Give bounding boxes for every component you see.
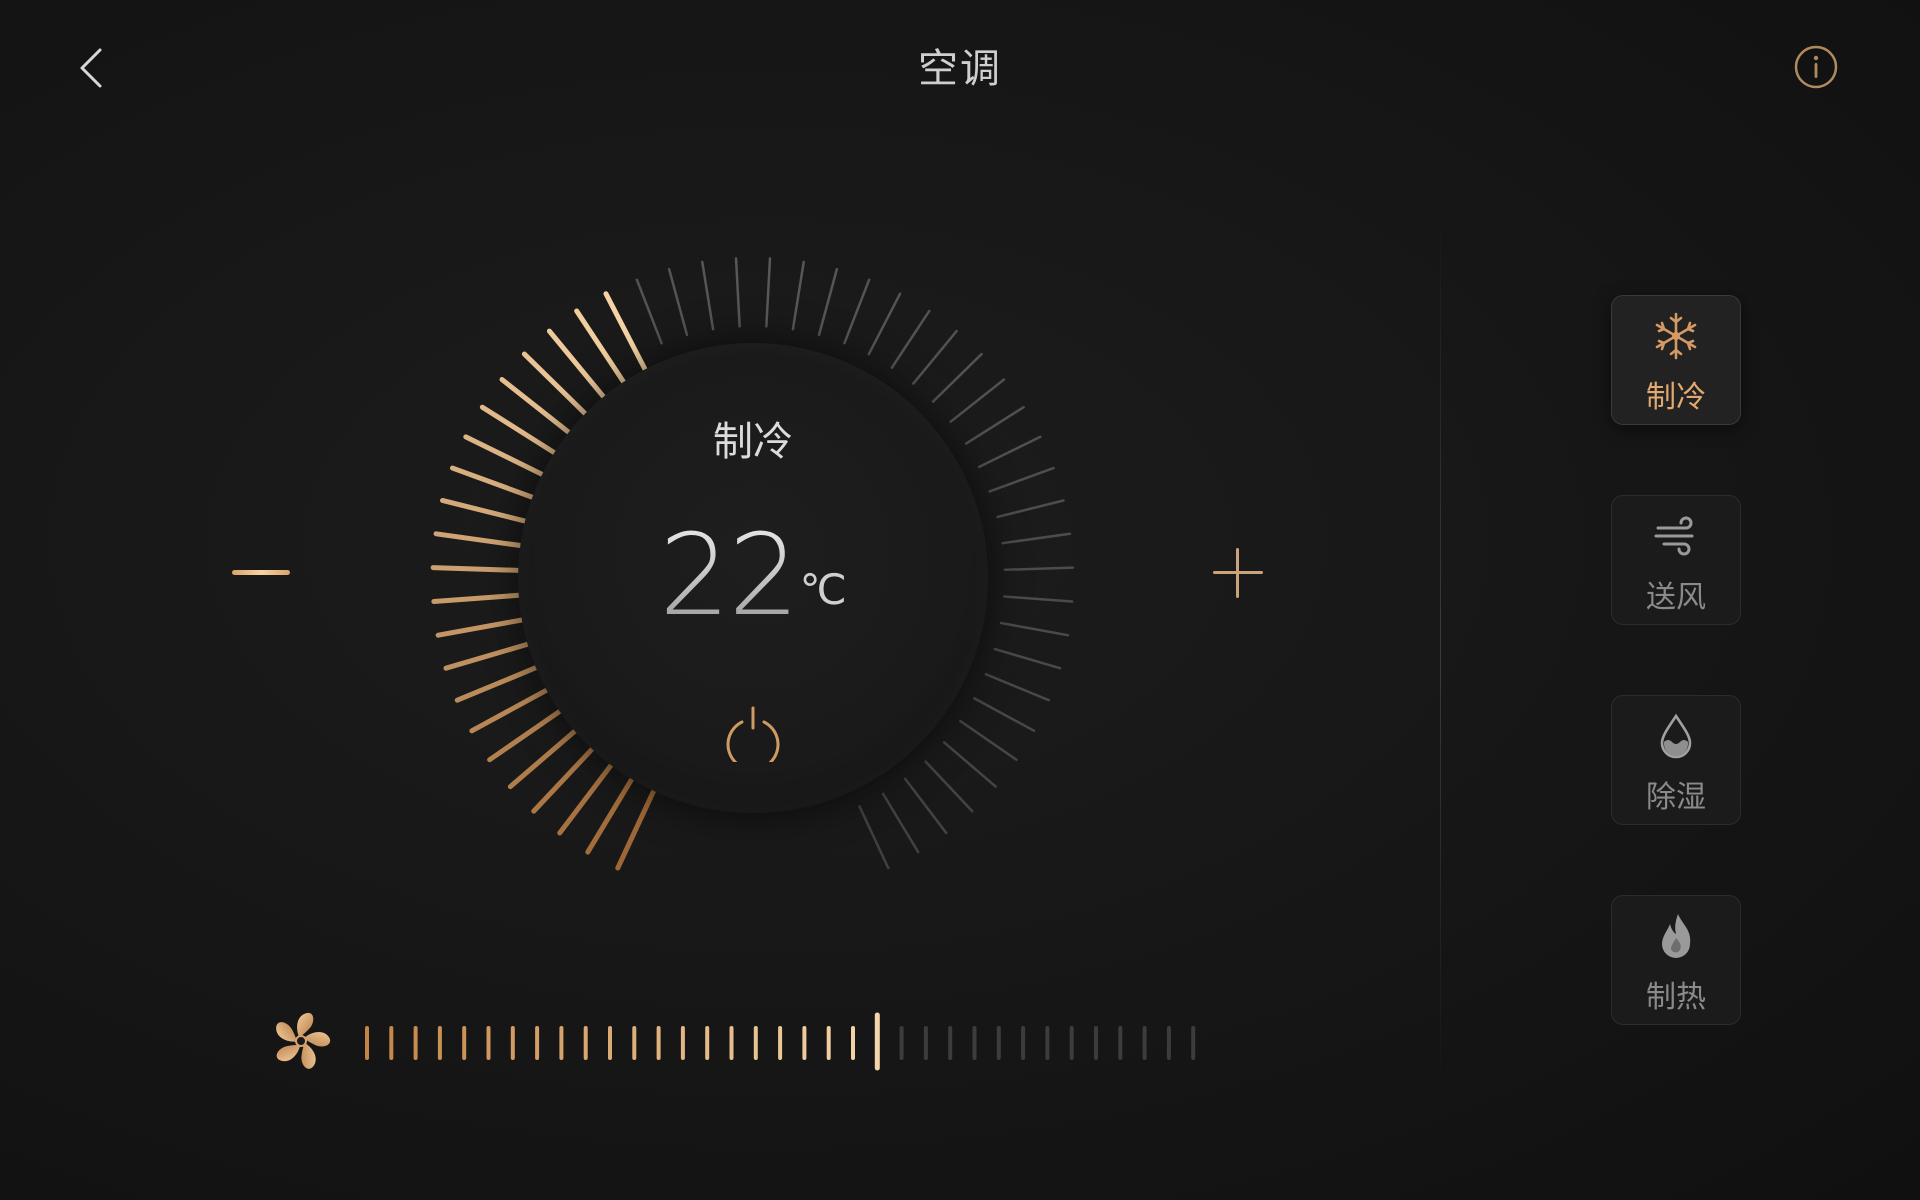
info-icon — [1794, 45, 1838, 89]
temperature-dial[interactable]: 制冷 22℃ — [426, 251, 1080, 905]
dial-tick-inactive — [734, 257, 741, 328]
mode-fan-button[interactable]: 送风 — [1611, 495, 1741, 625]
snowflake-icon — [1655, 312, 1697, 360]
dial-tick-inactive — [984, 672, 1050, 702]
dial-tick-inactive — [973, 697, 1036, 733]
fan-icon — [276, 1012, 331, 1069]
power-icon — [726, 706, 780, 762]
dial-tick-inactive — [843, 278, 871, 345]
dial-tick-inactive — [791, 260, 805, 331]
dial-tick-active — [454, 665, 539, 703]
dial-tick-inactive — [817, 267, 839, 337]
mode-heat-button[interactable]: 制热 — [1611, 895, 1741, 1025]
power-button[interactable] — [723, 702, 783, 762]
flame-icon — [1662, 914, 1691, 958]
dial-tick-active — [603, 291, 648, 372]
temperature-value: 22 — [659, 511, 800, 641]
wind-icon — [1654, 516, 1694, 556]
dial-tick-inactive — [667, 267, 689, 337]
dial-tick-inactive — [931, 352, 983, 403]
temperature-unit: ℃ — [799, 565, 847, 614]
dial-tick-inactive — [988, 466, 1055, 493]
mode-cool-button[interactable]: 制冷 — [1611, 295, 1741, 425]
mode-dry-button[interactable]: 除湿 — [1611, 695, 1741, 825]
dial-tick-inactive — [635, 278, 663, 345]
panel-divider — [1440, 210, 1441, 1090]
dial-tick-inactive — [924, 760, 974, 813]
dial-tick-inactive — [959, 719, 1018, 761]
temperature-decrease-button[interactable] — [220, 540, 300, 606]
dial-tick-active — [449, 465, 535, 500]
page-title: 空调 — [918, 46, 1002, 92]
dial-tick-active — [615, 788, 657, 871]
temperature-display: 22℃ — [426, 511, 1080, 641]
dial-tick-inactive — [867, 292, 902, 356]
mode-fan-label: 送风 — [1646, 580, 1706, 615]
temperature-increase-button[interactable] — [1208, 540, 1268, 606]
dial-tick-inactive — [890, 309, 931, 369]
minus-icon — [232, 570, 290, 575]
dial-tick-active — [443, 641, 531, 671]
dial-tick-inactive — [858, 805, 890, 870]
dial-tick-inactive — [993, 647, 1062, 670]
dial-tick-active — [469, 687, 550, 734]
fan-speed-icon-wrap — [270, 1010, 332, 1072]
mode-cool-label: 制冷 — [1646, 380, 1706, 415]
dial-tick-inactive — [903, 777, 948, 835]
dial-tick-inactive — [765, 257, 772, 328]
fan-speed-ticks[interactable] — [355, 1010, 1205, 1076]
mode-dry-label: 除湿 — [1646, 780, 1706, 815]
dial-tick-inactive — [701, 260, 715, 331]
info-button[interactable] — [1794, 45, 1838, 89]
dial-tick-inactive — [881, 792, 920, 854]
mode-heat-label: 制热 — [1646, 980, 1706, 1015]
dial-tick-inactive — [912, 329, 958, 385]
current-mode-label: 制冷 — [713, 419, 793, 465]
fan-speed-slider[interactable] — [355, 1010, 1205, 1076]
droplet-icon — [1660, 713, 1692, 759]
dial-tick-inactive — [942, 741, 997, 788]
